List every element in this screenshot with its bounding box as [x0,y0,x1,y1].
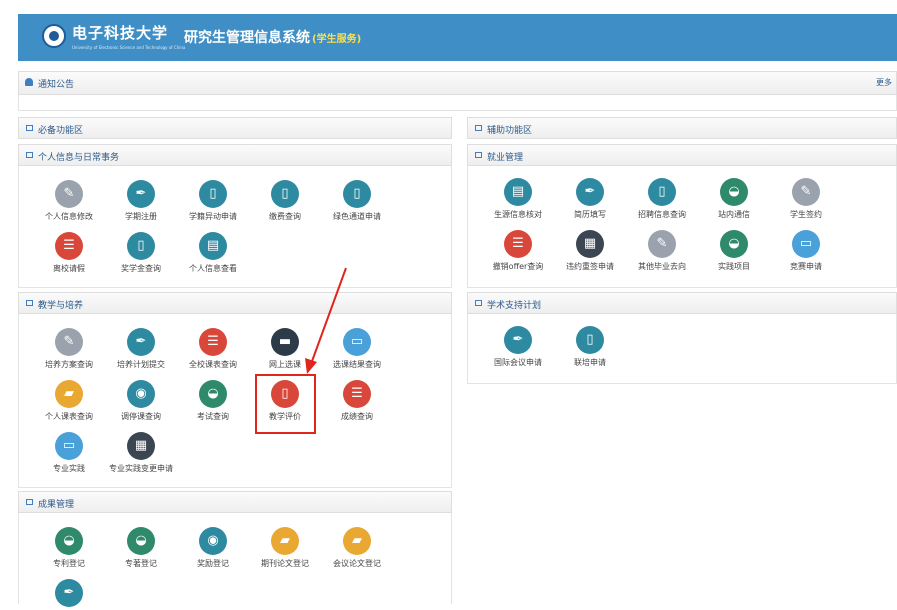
annotation-arrow-icon [305,267,347,374]
